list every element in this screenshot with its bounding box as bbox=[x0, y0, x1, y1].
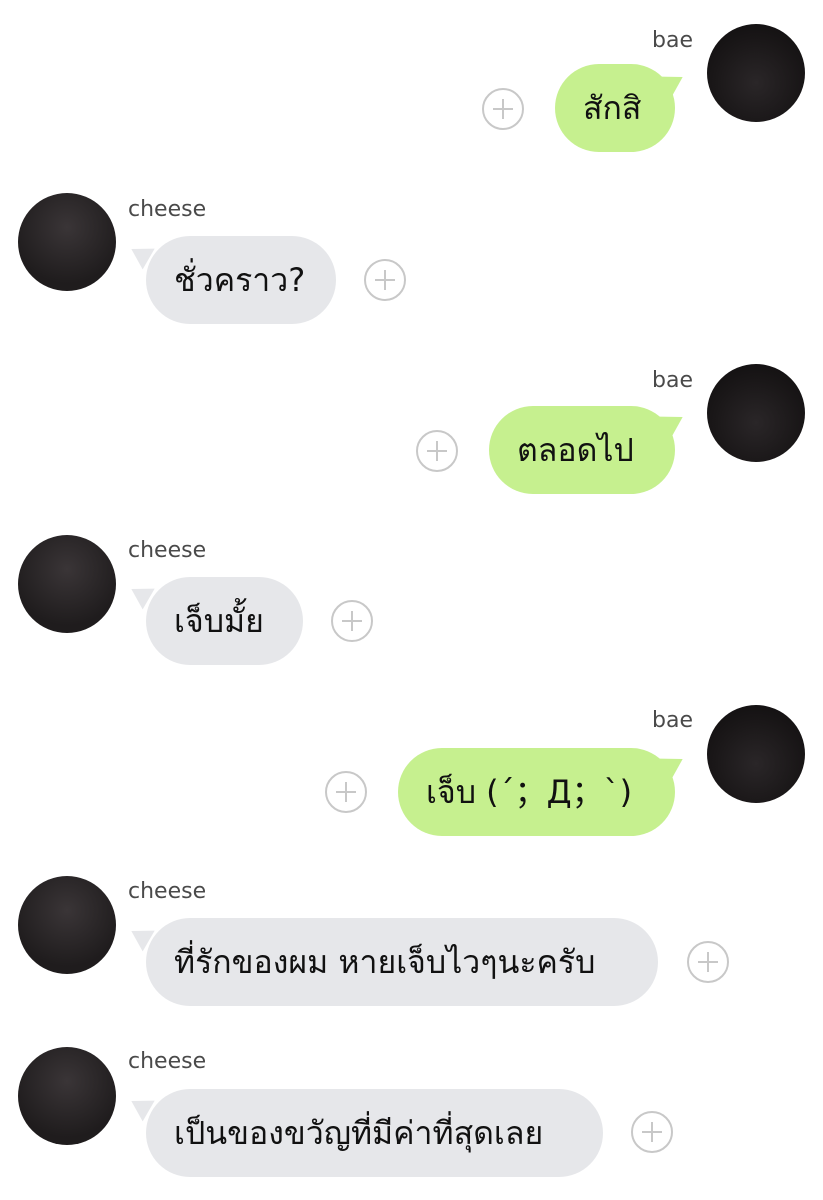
plus-circle-icon[interactable] bbox=[331, 600, 373, 642]
message-bubble[interactable]: ชั่วคราว? bbox=[146, 236, 336, 324]
message-bubble[interactable]: สักสิ bbox=[555, 64, 675, 152]
sender-name: bae bbox=[652, 368, 693, 393]
sender-name: cheese bbox=[128, 1049, 207, 1074]
avatar[interactable] bbox=[18, 535, 116, 633]
avatar[interactable] bbox=[707, 364, 805, 462]
sender-name: bae bbox=[652, 708, 693, 733]
message-bubble[interactable]: เจ็บมั้ย bbox=[146, 577, 303, 665]
message-bubble[interactable]: เจ็บ (´；Д；`) bbox=[398, 748, 675, 836]
message-bubble[interactable]: ที่รักของผม หายเจ็บไวๆนะครับ bbox=[146, 918, 658, 1006]
message-bubble[interactable]: ตลอดไป bbox=[489, 406, 675, 494]
sender-name: bae bbox=[652, 28, 693, 53]
plus-circle-icon[interactable] bbox=[631, 1111, 673, 1153]
avatar[interactable] bbox=[18, 1047, 116, 1145]
plus-circle-icon[interactable] bbox=[687, 941, 729, 983]
avatar[interactable] bbox=[18, 193, 116, 291]
plus-circle-icon[interactable] bbox=[416, 430, 458, 472]
message-bubble[interactable]: เป็นของขวัญที่มีค่าที่สุดเลย bbox=[146, 1089, 603, 1177]
sender-name: cheese bbox=[128, 879, 207, 904]
plus-circle-icon[interactable] bbox=[364, 259, 406, 301]
avatar[interactable] bbox=[707, 705, 805, 803]
avatar[interactable] bbox=[18, 876, 116, 974]
sender-name: cheese bbox=[128, 538, 207, 563]
sender-name: cheese bbox=[128, 197, 207, 222]
plus-circle-icon[interactable] bbox=[325, 771, 367, 813]
avatar[interactable] bbox=[707, 24, 805, 122]
plus-circle-icon[interactable] bbox=[482, 88, 524, 130]
